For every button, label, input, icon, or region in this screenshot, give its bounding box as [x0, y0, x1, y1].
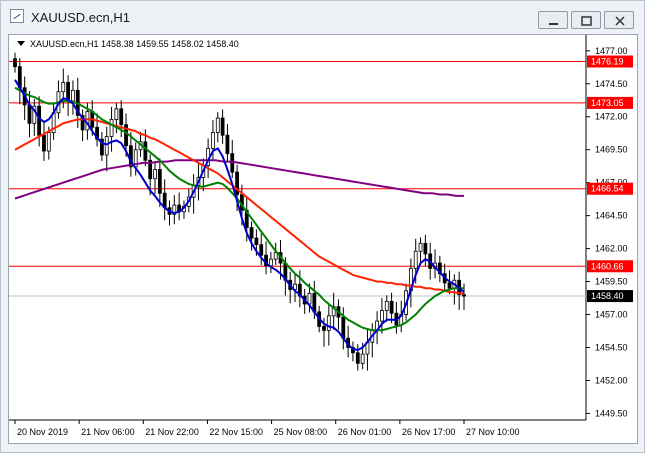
candle-body [27, 104, 32, 124]
price-tick-label: 1449.50 [595, 408, 628, 418]
candle-body [341, 316, 346, 339]
minimize-icon [549, 23, 558, 25]
price-tick-label: 1474.50 [595, 79, 628, 89]
chart-app-icon [10, 9, 24, 23]
candle-body [268, 258, 273, 267]
ma-long-line [14, 159, 464, 200]
time-tick-label: 26 Nov 17:00 [402, 427, 456, 437]
candle-body [413, 250, 418, 269]
time-tick-label: 20 Nov 2019 [17, 427, 68, 437]
candle-body [215, 117, 220, 133]
candle-body [157, 169, 162, 194]
candle-body [114, 108, 119, 120]
candle-body [66, 82, 71, 102]
candle-body [71, 89, 75, 102]
price-tick-label: 1459.50 [595, 277, 628, 287]
time-tick-label: 21 Nov 22:00 [145, 427, 199, 437]
candle-body [462, 294, 466, 297]
price-tick-label: 1454.50 [595, 342, 628, 352]
candle-body [109, 118, 114, 137]
time-tick-label: 25 Nov 08:00 [274, 427, 328, 437]
title-bar[interactable]: XAUUSD.ecn,H1 [1, 1, 644, 33]
candle-body [85, 111, 90, 131]
window-title: XAUUSD.ecn,H1 [31, 10, 130, 25]
time-tick-label: 26 Nov 01:00 [338, 427, 392, 437]
minimize-button[interactable] [538, 11, 568, 29]
price-tick-label: 1457.00 [595, 310, 628, 320]
candle-body [61, 82, 66, 93]
candle-body [259, 244, 264, 256]
price-tick-label: 1464.50 [595, 211, 628, 221]
price-tick-label: 1462.00 [595, 244, 628, 254]
candle-body [46, 132, 51, 152]
candle-body [355, 352, 360, 364]
candle-body [37, 105, 42, 136]
candle-body [225, 134, 230, 155]
candle-body [249, 227, 254, 239]
close-button[interactable] [604, 11, 634, 29]
price-tick-label: 1452.00 [595, 375, 628, 385]
time-tick-label: 27 Nov 10:00 [466, 427, 520, 437]
price-tick-label: 1469.50 [595, 145, 628, 155]
level-label: 1466.54 [591, 184, 624, 194]
level-label: 1476.19 [591, 57, 624, 67]
candle-body [326, 315, 331, 331]
price-chart[interactable]: XAUUSD.ecn,H1 1458.38 1459.55 1458.02 14… [8, 34, 638, 444]
candle-body [13, 58, 17, 68]
chart-canvas: 1477.001474.501472.001469.501467.001464.… [9, 35, 633, 437]
candle-body [389, 300, 394, 314]
candle-body [254, 237, 259, 246]
candle-body [423, 242, 428, 255]
price-tick-label: 1477.00 [595, 46, 628, 56]
bid-label: 1458.40 [591, 291, 624, 301]
candle-body [447, 282, 452, 289]
candle-body [143, 141, 148, 161]
restore-button[interactable] [571, 11, 601, 29]
time-tick-label: 21 Nov 06:00 [81, 427, 135, 437]
candle-body [42, 134, 46, 152]
candle-body [418, 242, 423, 252]
candle-body [119, 108, 124, 126]
price-tick-label: 1472.00 [595, 112, 628, 122]
candle-body [220, 117, 225, 136]
candle-body [360, 353, 365, 364]
chart-window: XAUUSD.ecn,H1 XAUUSD.ecn,H1 1458.38 1459… [0, 0, 645, 453]
candle-body [322, 325, 326, 331]
candle-body [380, 310, 384, 322]
close-icon [615, 16, 625, 26]
candle-body [307, 293, 312, 305]
candle-body [384, 300, 389, 311]
candle-body [104, 136, 109, 156]
time-tick-label: 22 Nov 15:00 [209, 427, 263, 437]
candle-body [153, 169, 157, 180]
restore-icon [581, 16, 592, 26]
level-label: 1473.05 [591, 98, 624, 108]
level-label: 1460.66 [591, 261, 624, 271]
candle-body [211, 132, 215, 149]
